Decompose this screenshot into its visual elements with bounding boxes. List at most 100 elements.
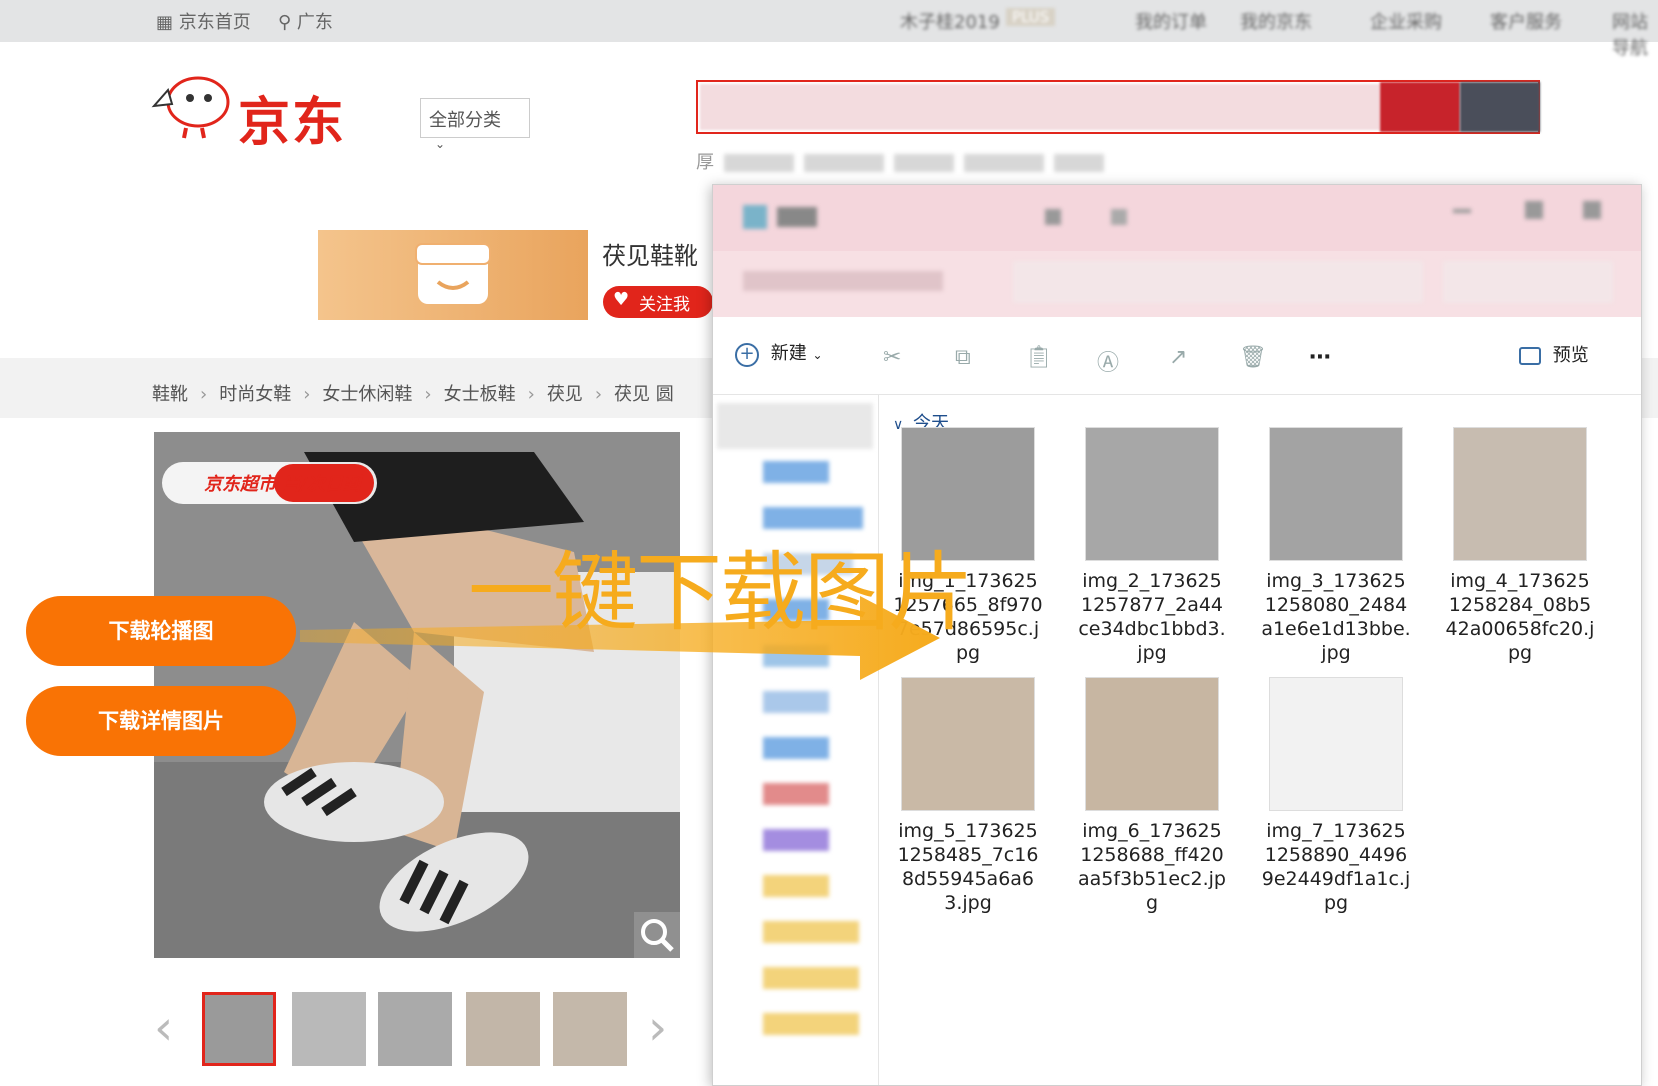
hot-word[interactable] (724, 154, 794, 172)
location-selector[interactable]: ⚲ 广东 (278, 8, 333, 34)
rename-icon[interactable]: Ⓐ (1097, 345, 1119, 377)
nav-item-selected[interactable] (717, 403, 873, 449)
new-tab-icon[interactable] (1111, 209, 1127, 225)
file-thumbnail (1269, 677, 1403, 811)
preview-button[interactable]: 预览 (1519, 341, 1589, 367)
search-bar (696, 80, 1540, 134)
breadcrumb: 鞋靴 › 时尚女鞋 › 女士休闲鞋 › 女士板鞋 › 茯见 › 茯见 圆 (152, 380, 674, 406)
nav-item[interactable] (763, 783, 829, 805)
nav-item[interactable] (763, 875, 829, 897)
explorer-content: ∨ 今天 img_1_1736251257665_8f9707e57d86595… (879, 395, 1641, 1085)
location-label: 广东 (296, 12, 333, 33)
explorer-nav-pane (713, 395, 879, 1085)
nav-item[interactable] (763, 691, 829, 713)
hot-words: 厚 (696, 148, 1104, 174)
product-badge: 京东超市 当/次日到 (204, 474, 361, 495)
file-item[interactable]: img_6_1736251258688_ff420aa5f3b51ec2.jpg (1077, 677, 1227, 915)
download-details-button[interactable]: 下载详情图片 (26, 686, 296, 756)
file-name: img_3_1736251258080_2484a1e6e1d13bbe.jpg (1261, 570, 1411, 664)
plus-badge: PLUS (1006, 8, 1056, 26)
folder-tab-icon (743, 205, 767, 229)
heart-icon: ♥ (613, 289, 630, 310)
download-carousel-button[interactable]: 下载轮播图 (26, 596, 296, 666)
file-thumbnail (1085, 427, 1219, 561)
product-thumbnail[interactable] (292, 992, 366, 1066)
nav-item[interactable] (763, 1013, 859, 1035)
file-name: img_2_1736251257877_2a44ce34dbc1bbd3.jpg (1078, 570, 1226, 664)
breadcrumb-item[interactable]: 时尚女鞋 (219, 384, 291, 405)
cut-icon[interactable]: ✂ (883, 345, 901, 370)
search-input[interactable] (700, 84, 1380, 130)
shop-logo[interactable] (318, 230, 588, 320)
file-item[interactable]: img_7_1736251258890_44969e2449df1a1c.jpg (1261, 677, 1411, 915)
file-item[interactable]: img_3_1736251258080_2484a1e6e1d13bbe.jpg (1261, 427, 1411, 665)
search-cart-button[interactable] (1460, 82, 1540, 132)
product-thumbnail[interactable] (378, 992, 452, 1066)
new-button[interactable]: + 新建 ⌄ (735, 339, 823, 367)
hot-word[interactable] (1054, 154, 1104, 172)
nav-item[interactable] (763, 829, 829, 851)
minimize-icon[interactable] (1453, 209, 1471, 213)
search-folder-input[interactable] (1443, 261, 1613, 303)
chevron-right-icon: › (303, 384, 311, 405)
file-item[interactable]: img_2_1736251257877_2a44ce34dbc1bbd3.jpg (1077, 427, 1227, 665)
hot-word[interactable] (894, 154, 954, 172)
top-link-service[interactable]: 客户服务 (1490, 8, 1562, 34)
jd-mascot-logo-icon[interactable] (150, 70, 240, 140)
top-link-myjd[interactable]: 我的京东 (1240, 8, 1312, 34)
chevron-right-icon: › (594, 384, 603, 405)
nav-item[interactable] (763, 737, 829, 759)
delete-icon[interactable]: 🗑︎ (1239, 345, 1267, 370)
product-thumbnail[interactable] (466, 992, 540, 1066)
address-input[interactable] (1013, 261, 1423, 303)
top-link-sitemap[interactable]: 网站导航 (1612, 8, 1658, 60)
breadcrumb-item[interactable]: 鞋靴 (152, 384, 188, 405)
file-item[interactable]: img_4_1736251258284_08b542a00658fc20.jpg (1445, 427, 1595, 665)
product-thumbnail[interactable] (202, 992, 276, 1066)
search-button[interactable] (1380, 82, 1460, 132)
paste-icon[interactable]: 📋︎ (1025, 345, 1053, 370)
file-name: img_4_1736251258284_08b542a00658fc20.jpg (1445, 570, 1595, 664)
breadcrumb-item[interactable]: 女士休闲鞋 (322, 384, 412, 405)
tab-title[interactable] (777, 207, 817, 227)
follow-button[interactable]: ♥ 关注我 (603, 286, 713, 318)
close-tab-icon[interactable] (1045, 209, 1061, 225)
product-thumbnail[interactable] (553, 992, 627, 1066)
shop-name[interactable]: 茯见鞋靴 (602, 236, 698, 271)
nav-item[interactable] (763, 921, 859, 943)
breadcrumb-item[interactable]: 女士板鞋 (444, 384, 516, 405)
thumb-prev-arrow-icon[interactable]: ‹ (154, 1000, 173, 1056)
home-link[interactable]: ▦ 京东首页 (156, 8, 251, 34)
category-label: 全部分类 (429, 110, 501, 131)
nav-item[interactable] (763, 461, 829, 483)
file-thumbnail (1453, 427, 1587, 561)
file-item[interactable]: img_5_1736251258485_7c168d55945a6a63.jpg (893, 677, 1043, 915)
home-link-label: 京东首页 (178, 12, 251, 33)
nav-buttons[interactable] (743, 271, 943, 291)
hot-word-prefix: 厚 (696, 152, 714, 173)
top-link-orders[interactable]: 我的订单 (1135, 8, 1207, 34)
hot-word[interactable] (964, 154, 1044, 172)
chevron-right-icon: › (424, 384, 432, 405)
explorer-address-bar (713, 251, 1641, 317)
explorer-command-bar: + 新建 ⌄ ✂ ⧉ 📋︎ Ⓐ ↗ 🗑︎ ⋯ 预览 (713, 317, 1641, 395)
chevron-down-icon: ⌄ (435, 137, 446, 151)
share-icon[interactable]: ↗ (1169, 345, 1187, 370)
breadcrumb-item[interactable]: 茯见 圆 (614, 384, 674, 405)
jd-logo-text[interactable]: 京东 (238, 80, 346, 155)
category-dropdown[interactable]: 全部分类 ⌄ (420, 98, 530, 151)
user-name[interactable]: 木子桂2019 (900, 8, 1000, 34)
hot-word[interactable] (804, 154, 884, 172)
zoom-button[interactable] (634, 912, 680, 958)
file-thumbnail (901, 677, 1035, 811)
more-options-icon[interactable]: ⋯ (1309, 345, 1331, 370)
nav-item[interactable] (763, 967, 859, 989)
copy-icon[interactable]: ⧉ (955, 345, 971, 370)
breadcrumb-item[interactable]: 茯见 (547, 384, 583, 405)
close-window-icon[interactable] (1583, 201, 1601, 219)
file-name: img_6_1736251258688_ff420aa5f3b51ec2.jpg (1078, 820, 1226, 914)
maximize-icon[interactable] (1525, 201, 1543, 219)
top-link-enterprise[interactable]: 企业采购 (1370, 8, 1442, 34)
preview-label: 预览 (1552, 345, 1589, 366)
thumb-next-arrow-icon[interactable]: › (648, 1000, 667, 1056)
